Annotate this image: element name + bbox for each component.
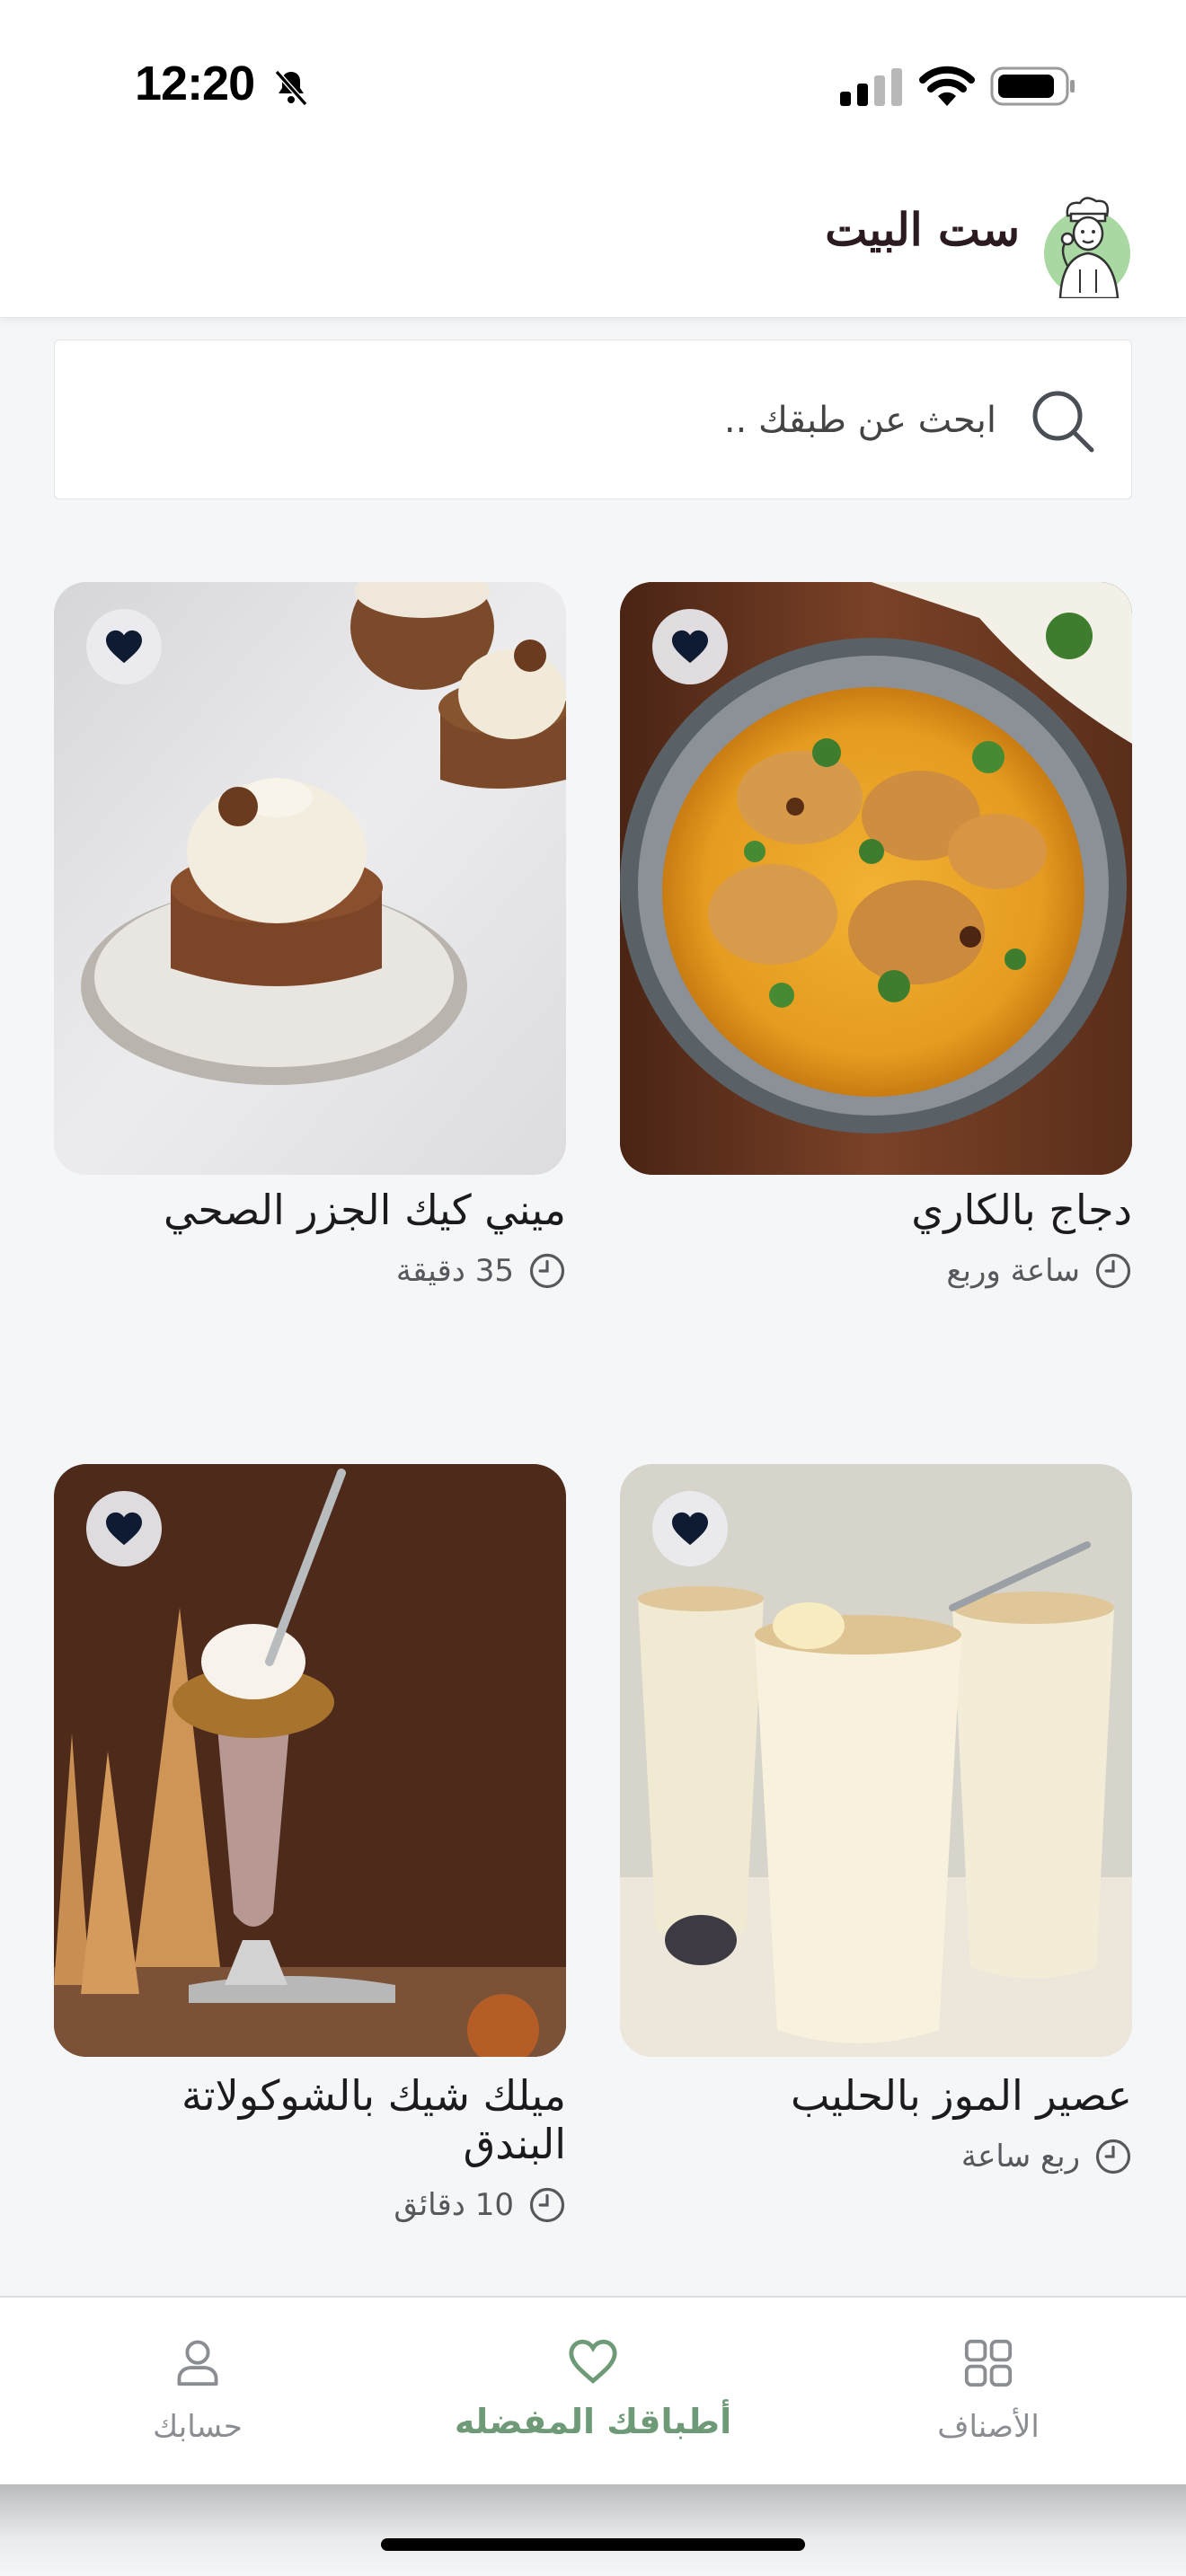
wifi-icon [919,66,975,106]
nav-item-favorites[interactable]: أطباقك المفضله [413,2298,773,2486]
nav-label-favorites: أطباقك المفضله [454,2402,732,2441]
recipe-image-banana-milk[interactable] [620,1464,1132,2057]
nav-label-categories: الأصناف [937,2409,1040,2445]
nav-label-account: حسابك [153,2409,243,2445]
home-indicator[interactable] [381,2538,805,2551]
recipe-meta: ربع ساعة [961,2134,1132,2179]
recipe-card-4[interactable]: ميلك شيك بالشوكولاتة البندق 10 دقائق [54,1464,566,2236]
heart-icon [672,630,708,664]
recipe-card-2[interactable]: ميني كيك الجزر الصحي 35 دقيقة [54,582,566,1301]
bottom-fade [0,2484,1186,2576]
recipe-card-3[interactable]: عصير الموز بالحليب ربع ساعة [620,1464,1132,2183]
search-input[interactable] [188,340,996,500]
recipe-title: ميني كيك الجزر الصحي [164,1186,566,1234]
nav-item-categories[interactable]: الأصناف [898,2298,1078,2486]
favorite-button[interactable] [652,1491,728,1566]
recipe-duration: ساعة وربع [946,1253,1080,1289]
grid-icon [964,2339,1013,2387]
bell-off-icon [274,70,308,106]
recipe-image-milkshake[interactable] [54,1464,566,2057]
user-icon [177,2340,218,2386]
recipe-duration: ربع ساعة [960,2139,1080,2175]
search-box[interactable] [54,340,1132,500]
status-time: 12:20 [135,57,255,110]
recipe-meta: ساعة وربع [946,1248,1132,1293]
nav-item-account[interactable]: حسابك [108,2298,288,2486]
app-header: ست البيت [0,171,1186,318]
recipe-meta: 35 دقيقة [396,1248,566,1293]
recipe-image-curry[interactable] [620,582,1132,1175]
chef-avatar-icon [1044,197,1130,298]
clock-icon [529,2187,565,2223]
bottom-nav: الأصناف أطباقك المفضله حسابك [0,2296,1186,2484]
recipe-title: دجاج بالكاري [911,1186,1132,1234]
favorite-button[interactable] [652,609,728,684]
heart-icon [106,1512,142,1546]
search-icon[interactable] [1027,385,1099,457]
favorite-button[interactable] [86,609,162,684]
heart-icon [106,630,142,664]
heart-outline-icon [569,2339,617,2384]
recipe-title: ميلك شيك بالشوكولاتة البندق [181,2071,566,2168]
clock-icon [1095,2139,1131,2175]
recipe-duration: 35 دقيقة [395,1253,514,1289]
signal-icon [840,68,902,106]
recipe-title: عصير الموز بالحليب [790,2071,1132,2120]
recipe-image-carrot-cake[interactable] [54,582,566,1175]
favorite-button[interactable] [86,1491,162,1566]
recipe-meta: 10 دقائق [394,2183,566,2228]
clock-icon [529,1253,565,1289]
app-logo-text: ست البيت [825,203,1020,256]
clock-icon [1095,1253,1131,1289]
recipe-card-1[interactable]: دجاج بالكاري ساعة وربع [620,582,1132,1301]
status-bar: 12:20 [0,0,1186,171]
recipe-duration: 10 دقائق [394,2187,514,2223]
heart-icon [672,1512,708,1546]
battery-icon [990,66,1075,106]
